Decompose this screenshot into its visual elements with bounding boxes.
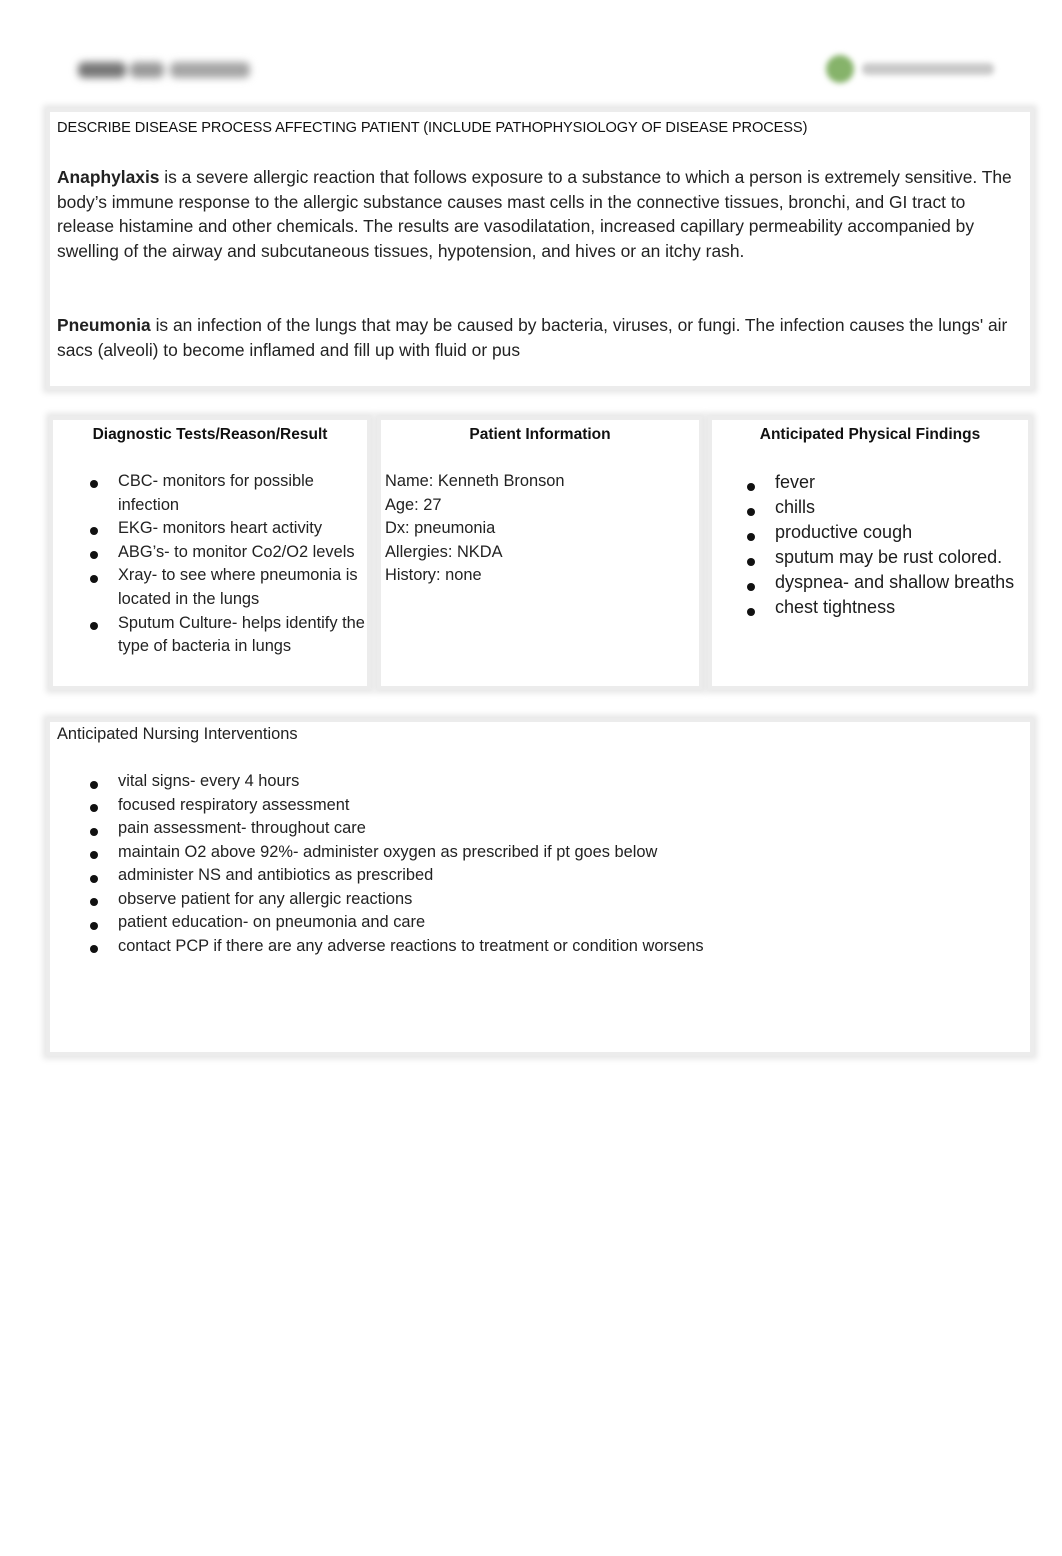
nursing-interventions-list: vital signs- every 4 hours focused respi…	[50, 770, 1010, 958]
physical-findings-list: fever chills productive cough sputum may…	[712, 470, 1028, 620]
pneumonia-term: Pneumonia	[57, 315, 151, 335]
bullet-icon	[90, 945, 98, 954]
bullet-icon	[747, 482, 755, 491]
list-item: focused respiratory assessment	[50, 794, 1010, 818]
list-item: pain assessment- throughout care	[50, 817, 1010, 841]
bullet-icon	[90, 921, 98, 930]
list-item: EKG- monitors heart activity	[53, 517, 367, 541]
diagnostic-tests-section: Diagnostic Tests/Reason/Result CBC- moni…	[53, 420, 367, 686]
bullet-icon	[747, 507, 755, 516]
bullet-icon	[747, 557, 755, 566]
bullet-icon	[90, 527, 98, 536]
bullet-icon	[90, 574, 98, 583]
nursing-interventions-title: Anticipated Nursing Interventions	[57, 725, 298, 743]
list-item: Xray- to see where pneumonia is located …	[53, 564, 367, 611]
list-item: chest tightness	[712, 595, 1028, 620]
bullet-icon	[90, 804, 98, 813]
list-item: Sputum Culture- helps identify the type …	[53, 612, 367, 659]
bullet-icon	[747, 607, 755, 616]
list-item: sputum may be rust colored.	[712, 545, 1028, 570]
patient-information-section: Patient Information Name: Kenneth Bronso…	[381, 420, 699, 686]
bullet-icon	[90, 480, 98, 489]
patient-name: Name: Kenneth Bronson	[385, 472, 565, 490]
list-item: CBC- monitors for possible infection	[53, 470, 367, 517]
patient-information-details: Name: Kenneth Bronson Age: 27 Dx: pneumo…	[385, 470, 565, 588]
diagnostic-tests-title: Diagnostic Tests/Reason/Result	[92, 426, 328, 443]
physical-findings-title: Anticipated Physical Findings	[759, 426, 981, 443]
bullet-icon	[747, 532, 755, 541]
list-item: fever	[712, 470, 1028, 495]
anaphylaxis-paragraph: Anaphylaxis is a severe allergic reactio…	[57, 165, 1027, 263]
brand-logo-icon	[826, 55, 854, 83]
anaphylaxis-term: Anaphylaxis	[57, 167, 160, 187]
patient-information-title: Patient Information	[469, 426, 611, 443]
list-item: observe patient for any allergic reactio…	[50, 888, 1010, 912]
brand-logo-left	[78, 58, 253, 82]
bullet-icon	[90, 874, 98, 883]
list-item: productive cough	[712, 520, 1028, 545]
bullet-icon	[90, 780, 98, 789]
bullet-icon	[90, 851, 98, 860]
bullet-icon	[747, 582, 755, 591]
list-item: maintain O2 above 92%- administer oxygen…	[50, 841, 1010, 865]
list-item: administer NS and antibiotics as prescri…	[50, 864, 1010, 888]
pneumonia-paragraph: Pneumonia is an infection of the lungs t…	[57, 313, 1027, 362]
bullet-icon	[90, 898, 98, 907]
patient-allergies: Allergies: NKDA	[385, 542, 503, 561]
list-item: dyspnea- and shallow breaths	[712, 570, 1028, 595]
bullet-icon	[90, 550, 98, 559]
list-item: chills	[712, 495, 1028, 520]
diagnostic-tests-list: CBC- monitors for possible infection EKG…	[53, 470, 367, 659]
list-item: patient education- on pneumonia and care	[50, 911, 1010, 935]
anaphylaxis-text: is a severe allergic reaction that follo…	[57, 167, 1012, 261]
nursing-interventions-section: Anticipated Nursing Interventions vital …	[50, 722, 1030, 1052]
list-item: ABG’s- to monitor Co2/O2 levels	[53, 541, 367, 565]
list-item: vital signs- every 4 hours	[50, 770, 1010, 794]
brand-logo-right	[820, 52, 1000, 86]
patient-age: Age: 27	[385, 495, 442, 514]
physical-findings-section: Anticipated Physical Findings fever chil…	[712, 420, 1028, 686]
patient-diagnosis: Dx: pneumonia	[385, 519, 496, 538]
pneumonia-text: is an infection of the lungs that may be…	[57, 315, 1008, 360]
bullet-icon	[90, 827, 98, 836]
bullet-icon	[90, 621, 98, 630]
list-item: contact PCP if there are any adverse rea…	[50, 935, 1010, 959]
patient-history: History: none	[385, 566, 482, 585]
disease-section-heading: DESCRIBE DISEASE PROCESS AFFECTING PATIE…	[57, 120, 808, 136]
